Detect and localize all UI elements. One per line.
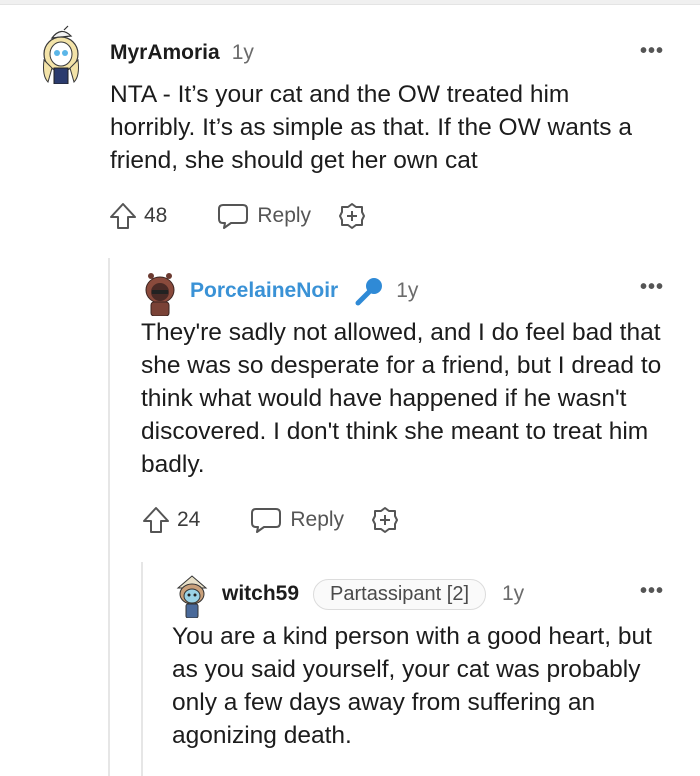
- comment-myramoria: MyrAmoria 1y ••• NTA - It’s your cat and…: [0, 0, 700, 258]
- upvote-arrow-icon: [110, 203, 136, 229]
- comment-witch59: witch59 Partassipant [2] 1y ••• You are …: [0, 562, 700, 776]
- reply-label: Reply: [290, 508, 345, 531]
- reply-button[interactable]: Reply: [250, 505, 344, 535]
- reply-label: Reply: [257, 204, 312, 227]
- comment-header: witch59 Partassipant [2] 1y: [222, 576, 524, 612]
- plus-circle-icon[interactable]: [370, 505, 400, 535]
- more-options-icon[interactable]: •••: [640, 40, 664, 63]
- username[interactable]: PorcelaineNoir: [190, 279, 338, 303]
- avatar-image-icon: [145, 273, 175, 316]
- comment-header: PorcelaineNoir 1y: [190, 274, 418, 308]
- timestamp: 1y: [396, 279, 419, 302]
- comment-actions: 24 Reply: [141, 504, 400, 536]
- comment-body: You are a kind person with a good heart,…: [172, 623, 652, 749]
- avatar-image-icon: [176, 575, 208, 618]
- upvote-button[interactable]: 24: [141, 505, 200, 535]
- comment-actions: 48 Reply: [108, 200, 367, 232]
- microphone-icon: [355, 278, 383, 306]
- vote-count: 24: [177, 508, 201, 531]
- avatar-image-icon: [43, 25, 79, 84]
- timestamp: 1y: [502, 582, 525, 605]
- more-options-icon[interactable]: •••: [640, 580, 664, 603]
- comment-porcelainenoir: PorcelaineNoir 1y ••• They're sadly not …: [0, 258, 700, 558]
- more-options-icon[interactable]: •••: [640, 276, 664, 299]
- user-flair: Partassipant [2]: [313, 578, 486, 610]
- plus-circle-icon[interactable]: [337, 201, 367, 231]
- timestamp: 1y: [231, 41, 254, 64]
- username[interactable]: witch59: [222, 582, 299, 606]
- username[interactable]: MyrAmoria: [110, 41, 220, 65]
- comment-body: NTA - It’s your cat and the OW treated h…: [110, 81, 632, 174]
- upvote-button[interactable]: 48: [108, 201, 167, 231]
- avatar[interactable]: [141, 270, 179, 316]
- upvote-arrow-icon: [143, 507, 169, 533]
- avatar[interactable]: [174, 574, 210, 618]
- comment-header: MyrAmoria 1y: [110, 37, 254, 69]
- avatar[interactable]: [38, 24, 84, 84]
- speech-bubble-icon: [218, 204, 249, 229]
- reply-button[interactable]: Reply: [217, 201, 311, 231]
- vote-count: 48: [144, 204, 168, 227]
- speech-bubble-icon: [251, 508, 282, 533]
- comment-body: They're sadly not allowed, and I do feel…: [141, 319, 662, 478]
